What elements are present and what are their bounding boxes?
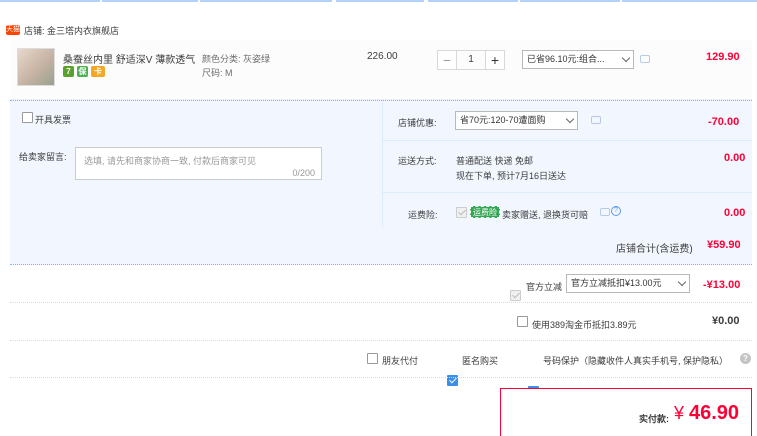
official-discount-amount: -¥13.00 xyxy=(703,279,741,291)
help-icon[interactable]: ? xyxy=(740,353,751,364)
question-icon[interactable]: ? xyxy=(611,206,621,216)
order-item-row xyxy=(10,40,752,100)
sku-color: 颜色分类: 灰姿绿 xyxy=(202,54,271,64)
invoice-checkbox[interactable] xyxy=(22,112,33,123)
shipping-method: 普通配送 快递 免邮 xyxy=(456,156,534,166)
divider xyxy=(10,340,752,341)
item-promo-select[interactable]: 已省96.10元:组合... xyxy=(522,50,634,69)
coins-checkbox[interactable] xyxy=(517,316,528,327)
message-char-count: 0/200 xyxy=(292,168,315,178)
insurance-label: 运费险: xyxy=(408,210,438,220)
shop-total-amount: ¥59.90 xyxy=(707,239,741,251)
shop-name[interactable]: 店铺: 金三塔内衣旗舰店 xyxy=(24,24,119,37)
service-icons: 7 保 卡 xyxy=(63,66,105,77)
table-header-line xyxy=(0,0,757,3)
shop-header: 天猫 店铺: 金三塔内衣旗舰店 xyxy=(6,22,119,38)
tmall-badge-icon: 天猫 xyxy=(6,25,20,35)
friend-pay-label: 朋友代付 xyxy=(382,356,419,366)
divider xyxy=(382,192,752,193)
chevron-down-icon xyxy=(621,53,631,63)
item-promo-value: 已省96.10元:组合... xyxy=(527,54,605,64)
item-subtotal: 129.90 xyxy=(706,51,740,63)
shipping-amount: 0.00 xyxy=(724,152,746,164)
shop-discount-value: 省70元:120-70遭面购 xyxy=(460,115,546,125)
message-label: 给卖家留言: xyxy=(19,152,67,162)
number-protect-label: 号码保护（隐藏收件人真实手机号, 保护隐私） xyxy=(543,356,729,366)
sku-size: 尺码: M xyxy=(202,68,233,78)
insurance-checkbox xyxy=(456,207,467,218)
divider xyxy=(382,140,752,141)
anonymous-label: 匿名购买 xyxy=(462,356,499,366)
official-discount-select[interactable]: 官方立减抵扣¥13.00元 xyxy=(566,274,690,293)
comment-icon[interactable] xyxy=(640,55,650,63)
invoice-label: 开具发票 xyxy=(35,115,72,125)
shop-discount-amount: -70.00 xyxy=(708,116,740,128)
unit-price: 226.00 xyxy=(367,51,398,62)
message-placeholder: 选填, 请先和商家协商一致, 付款后商家可见 xyxy=(84,156,257,166)
official-discount-value: 官方立减抵扣¥13.00元 xyxy=(571,278,662,288)
official-discount-label: 官方立减 xyxy=(526,282,563,292)
seven-day-return-icon[interactable]: 7 xyxy=(63,66,74,77)
divider xyxy=(10,302,752,303)
divider xyxy=(10,377,752,378)
official-discount-checkbox xyxy=(510,290,521,301)
shipping-eta: 现在下单, 预计7月16日送达 xyxy=(456,171,567,181)
message-field[interactable]: 选填, 请先和商家协商一致, 付款后商家可见 0/200 xyxy=(75,147,322,180)
payment-label: 实付款: xyxy=(639,414,669,424)
decrease-button[interactable]: − xyxy=(437,50,457,70)
insurance-text: 卖家赠送, 退换货可赔 xyxy=(502,210,589,220)
currency-symbol: ¥ xyxy=(674,403,685,423)
coins-label: 使用389淘金币抵扣3.89元 xyxy=(532,320,637,330)
card-icon[interactable]: 卡 xyxy=(91,66,105,77)
shop-discount-label: 店铺优惠: xyxy=(398,118,437,128)
increase-button[interactable]: + xyxy=(485,50,505,70)
chevron-down-icon xyxy=(677,277,687,287)
shipping-label: 运送方式: xyxy=(398,156,437,166)
comment-icon[interactable] xyxy=(600,208,610,216)
insurance-tag: 运费险 xyxy=(470,206,500,218)
quantity-input[interactable]: 1 xyxy=(457,50,485,70)
comment-icon[interactable] xyxy=(591,116,601,124)
payment-amount: 46.90 xyxy=(689,402,740,424)
shop-discount-select[interactable]: 省70元:120-70遭面购 xyxy=(455,111,578,130)
guarantee-icon[interactable]: 保 xyxy=(77,66,88,77)
insurance-amount: 0.00 xyxy=(724,207,746,219)
quantity-stepper: − 1 + xyxy=(437,50,509,70)
coins-amount: ¥0.00 xyxy=(712,315,740,327)
product-title[interactable]: 桑蚕丝内里 舒适深V 薄款透气... xyxy=(63,51,195,66)
shop-total-label: 店铺合计(含运费) xyxy=(616,244,693,255)
product-thumbnail[interactable] xyxy=(17,48,55,86)
friend-pay-checkbox[interactable] xyxy=(367,353,378,364)
chevron-down-icon xyxy=(565,114,575,124)
